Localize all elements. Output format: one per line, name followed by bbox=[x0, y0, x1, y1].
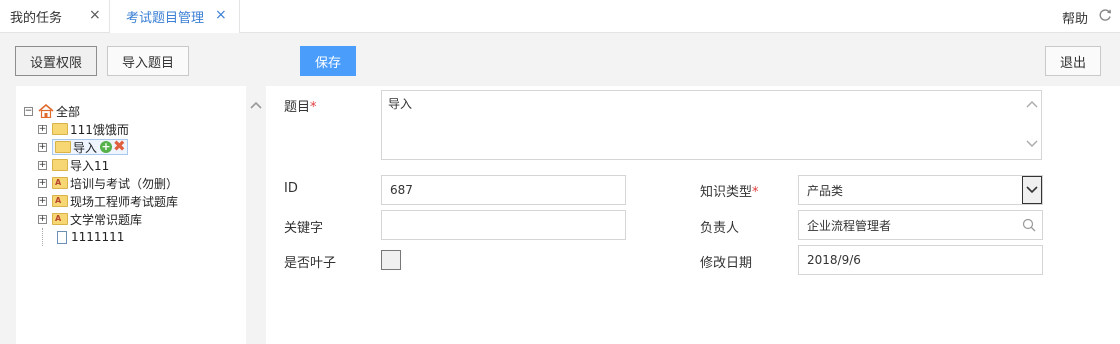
tree-node-label: 现场工程师考试题库 bbox=[70, 194, 179, 209]
knowledge-type-label: 知识类型* bbox=[700, 185, 759, 200]
tree-node-label: 1111111 bbox=[71, 230, 125, 244]
home-icon bbox=[38, 104, 54, 118]
tree-node-label: 全部 bbox=[56, 104, 81, 119]
help-link[interactable]: 帮助 bbox=[1062, 8, 1088, 27]
tree-node[interactable]: + 导入11 bbox=[38, 156, 178, 174]
modified-date-field[interactable]: 2018/9/6 bbox=[798, 245, 1043, 275]
category-tree-panel: − 全部 + 111饿饿而 + 导入 + ✖ + 导入11 + A 培训与考试（… bbox=[16, 86, 246, 344]
tree-node[interactable]: + 111饿饿而 bbox=[38, 120, 178, 138]
keyword-label: 关键字 bbox=[284, 221, 324, 236]
tab-exam-question-management[interactable]: 考试题目管理 × bbox=[110, 0, 240, 33]
folder-icon bbox=[52, 123, 68, 135]
refresh-icon[interactable] bbox=[1098, 8, 1112, 22]
selected-node[interactable]: 导入 + ✖ bbox=[52, 139, 129, 155]
tree-node-label: 培训与考试（勿删） bbox=[70, 176, 179, 191]
close-icon[interactable]: × bbox=[89, 7, 101, 23]
expand-icon[interactable]: + bbox=[38, 124, 47, 134]
exit-button[interactable]: 退出 bbox=[1045, 46, 1101, 76]
knowledge-type-select[interactable]: 产品类 bbox=[798, 175, 1043, 205]
tree-node[interactable]: + A 文学常识题库 bbox=[38, 210, 178, 228]
tree-connector bbox=[42, 228, 51, 246]
owner-value: 企业流程管理者 bbox=[807, 218, 892, 233]
category-tree: − 全部 + 111饿饿而 + 导入 + ✖ + 导入11 + A 培训与考试（… bbox=[24, 102, 178, 246]
tree-node-label: 111饿饿而 bbox=[70, 122, 129, 137]
tree-scrollbar[interactable] bbox=[246, 86, 266, 344]
document-icon bbox=[57, 230, 67, 244]
expand-icon[interactable]: + bbox=[38, 214, 47, 224]
leaf-label: 是否叶子 bbox=[284, 256, 337, 271]
owner-label: 负责人 bbox=[700, 221, 740, 236]
collapse-icon[interactable]: − bbox=[24, 106, 33, 116]
question-form: 题目* 导入 ID 687 关键字 是否叶子 知识类型* 产品类 负责人 企业流… bbox=[266, 86, 1120, 344]
folder-icon bbox=[52, 159, 68, 171]
save-button[interactable]: 保存 bbox=[300, 46, 356, 76]
tree-node[interactable]: + A 现场工程师考试题库 bbox=[38, 192, 178, 210]
modified-date-label: 修改日期 bbox=[700, 256, 753, 271]
expand-icon[interactable]: + bbox=[38, 178, 47, 188]
chevron-down-icon bbox=[1026, 186, 1038, 194]
folder-badge-icon: A bbox=[52, 213, 68, 225]
owner-field[interactable]: 企业流程管理者 bbox=[798, 210, 1043, 240]
tab-label: 考试题目管理 bbox=[126, 11, 205, 26]
import-questions-button[interactable]: 导入题目 bbox=[107, 46, 189, 76]
tab-bar: 我的任务 × 考试题目管理 × 帮助 bbox=[0, 0, 1120, 33]
id-field[interactable]: 687 bbox=[381, 175, 626, 205]
keyword-field[interactable] bbox=[381, 210, 626, 240]
tab-label: 我的任务 bbox=[10, 11, 63, 26]
id-label: ID bbox=[284, 181, 298, 196]
knowledge-type-value: 产品类 bbox=[807, 183, 844, 198]
folder-badge-icon: A bbox=[52, 177, 68, 189]
leaf-checkbox[interactable] bbox=[381, 250, 401, 270]
expand-icon[interactable]: + bbox=[38, 142, 47, 152]
search-icon[interactable] bbox=[1022, 218, 1036, 232]
tab-my-tasks[interactable]: 我的任务 × bbox=[0, 0, 110, 33]
tree-node[interactable]: + A 培训与考试（勿删） bbox=[38, 174, 178, 192]
required-mark: * bbox=[310, 100, 317, 115]
textarea-scrollbar[interactable] bbox=[1025, 95, 1039, 153]
folder-badge-icon: A bbox=[52, 195, 68, 207]
chevron-up-icon[interactable] bbox=[249, 100, 263, 110]
tree-node-selected[interactable]: + 导入 + ✖ bbox=[38, 138, 178, 156]
tree-node-label: 导入 bbox=[73, 140, 98, 155]
required-mark: * bbox=[752, 185, 759, 200]
delete-node-icon[interactable]: ✖ bbox=[113, 139, 126, 154]
tree-node-label: 文学常识题库 bbox=[70, 212, 143, 227]
title-textarea[interactable]: 导入 bbox=[381, 90, 1042, 160]
tree-root[interactable]: − 全部 bbox=[24, 102, 178, 120]
dropdown-button[interactable] bbox=[1022, 176, 1042, 204]
folder-icon bbox=[55, 141, 71, 153]
title-label: 题目* bbox=[284, 100, 317, 115]
tree-node[interactable]: 1111111 bbox=[38, 228, 178, 246]
expand-icon[interactable]: + bbox=[38, 196, 47, 206]
close-icon[interactable]: × bbox=[215, 7, 227, 23]
set-permission-button[interactable]: 设置权限 bbox=[15, 46, 97, 76]
title-value: 导入 bbox=[388, 97, 413, 111]
add-node-icon[interactable]: + bbox=[100, 141, 113, 153]
expand-icon[interactable]: + bbox=[38, 160, 47, 170]
tree-node-label: 导入11 bbox=[70, 158, 110, 173]
